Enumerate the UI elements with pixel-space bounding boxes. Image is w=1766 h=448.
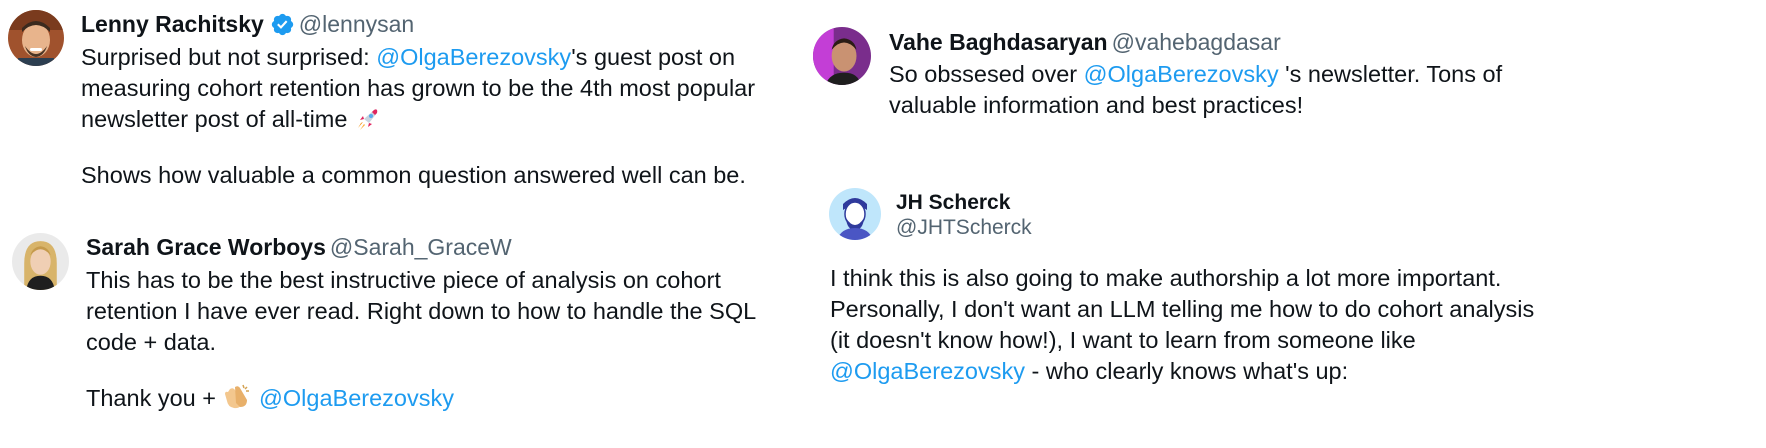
tweet-lenny: Lenny Rachitsky @lennysan Surprised but n… <box>0 0 880 220</box>
mention-link[interactable]: @OlgaBerezovsky <box>830 358 1025 384</box>
avatar-sarah[interactable] <box>12 233 69 290</box>
author-handle[interactable]: @lennysan <box>299 11 414 37</box>
avatar-lenny[interactable] <box>8 10 64 66</box>
avatar-jh[interactable] <box>829 188 881 240</box>
author-line-sarah: Sarah Grace Worboys @Sarah_GraceW <box>86 232 512 262</box>
tweet-text: I think this is also going to make autho… <box>830 265 1541 353</box>
author-line-vahe: Vahe Baghdasaryan @vahebagdasar <box>889 27 1281 57</box>
tweet-sarah: Sarah Grace Worboys @Sarah_GraceW This ha… <box>0 220 880 448</box>
author-name[interactable]: JH Scherck <box>896 190 1010 216</box>
tweet-text-sarah: This has to be the best instructive piec… <box>86 265 806 414</box>
mention-link[interactable]: @OlgaBerezovsky <box>1084 61 1279 87</box>
tweet-text-lenny: Surprised but not surprised: @OlgaBerezo… <box>81 42 801 191</box>
tweet-text-vahe: So obssesed over @OlgaBerezovsky 's news… <box>889 59 1564 121</box>
tweet-text: So obssesed over <box>889 61 1084 87</box>
author-name[interactable]: Vahe Baghdasaryan <box>889 29 1108 55</box>
author-handle[interactable]: @Sarah_GraceW <box>330 234 512 260</box>
tweet-text: This has to be the best instructive piec… <box>86 267 762 355</box>
author-name[interactable]: Lenny Rachitsky <box>81 11 264 37</box>
author-handle[interactable]: @JHTScherck <box>896 215 1032 241</box>
rocket-icon <box>357 109 378 130</box>
tweet-jh: JH Scherck @JHTScherck I think this is a… <box>800 160 1766 448</box>
tweet-text: - who clearly knows what's up: <box>1024 358 1349 384</box>
tweet-text: Surprised but not surprised: <box>81 44 377 70</box>
clapping-hands-icon <box>224 384 249 409</box>
verified-badge-icon <box>271 13 293 36</box>
author-line-lenny: Lenny Rachitsky @lennysan <box>81 9 414 39</box>
avatar-vahe[interactable] <box>813 27 871 85</box>
tweet-text-second-paragraph: Shows how valuable a common question ans… <box>81 162 746 188</box>
mention-link[interactable]: @OlgaBerezovsky <box>376 44 571 70</box>
author-handle[interactable]: @vahebagdasar <box>1112 29 1281 55</box>
author-name[interactable]: Sarah Grace Worboys <box>86 234 326 260</box>
mention-link[interactable]: @OlgaBerezovsky <box>259 385 454 411</box>
tweet-text-jh: I think this is also going to make autho… <box>830 263 1550 387</box>
tweet-vahe: Vahe Baghdasaryan @vahebagdasar So obsses… <box>800 0 1766 160</box>
tweet-text: Thank you + <box>86 385 223 411</box>
